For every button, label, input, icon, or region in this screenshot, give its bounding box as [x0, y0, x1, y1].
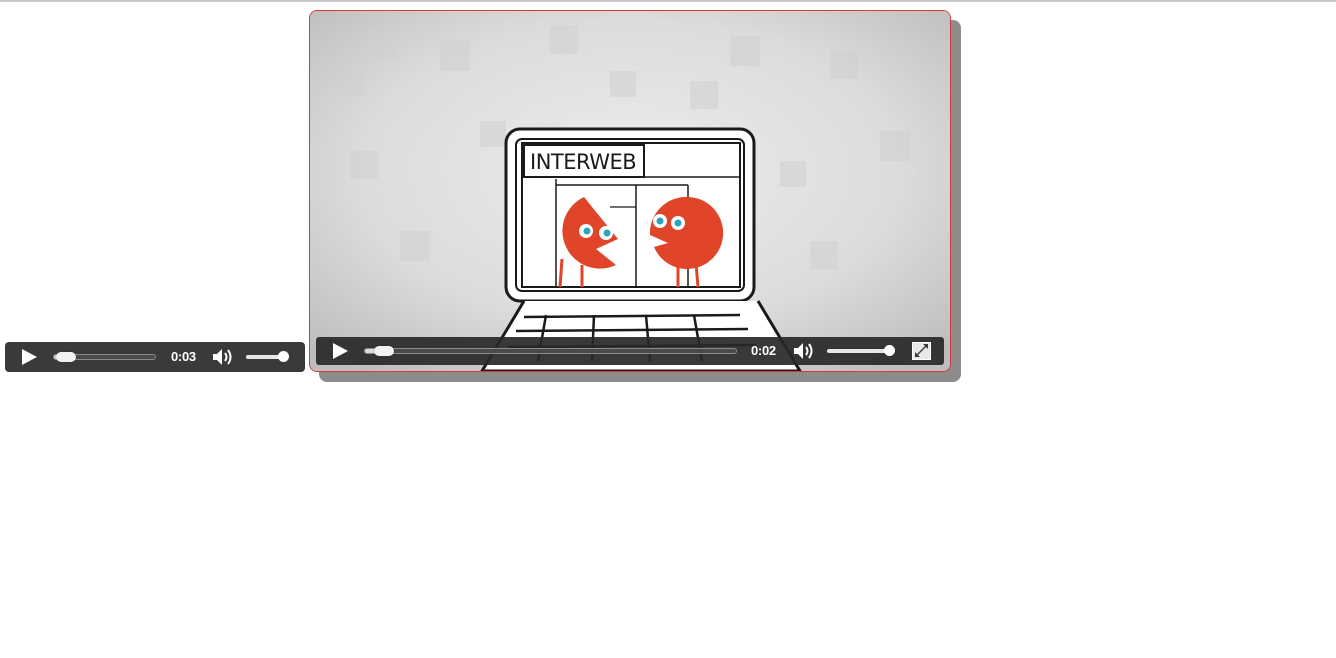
- laptop-screen-label: INTERWEB: [530, 150, 637, 174]
- page-top-divider: [0, 0, 1336, 2]
- audio-time-display: 0:03: [171, 349, 196, 364]
- play-icon: [22, 349, 37, 365]
- audio-play-button[interactable]: [19, 348, 39, 366]
- video-time-display: 0:02: [751, 343, 776, 358]
- video-progress-handle[interactable]: [374, 346, 394, 356]
- volume-icon: [213, 349, 232, 365]
- audio-player: 0:03: [5, 342, 305, 372]
- video-frame-image: [310, 11, 950, 371]
- audio-progress-handle[interactable]: [56, 352, 76, 362]
- audio-volume-handle[interactable]: [278, 351, 289, 362]
- video-player[interactable]: INTERWEB 0:02: [309, 10, 951, 372]
- video-control-bar: 0:02: [316, 337, 944, 365]
- video-fullscreen-button[interactable]: [912, 342, 931, 360]
- audio-mute-button[interactable]: [211, 347, 235, 367]
- video-mute-button[interactable]: [792, 341, 816, 361]
- video-play-button[interactable]: [330, 342, 350, 360]
- volume-icon: [794, 343, 813, 359]
- play-icon: [333, 343, 348, 359]
- video-progress-bar[interactable]: [364, 348, 737, 354]
- fullscreen-icon: [912, 342, 931, 360]
- video-volume-handle[interactable]: [884, 345, 895, 356]
